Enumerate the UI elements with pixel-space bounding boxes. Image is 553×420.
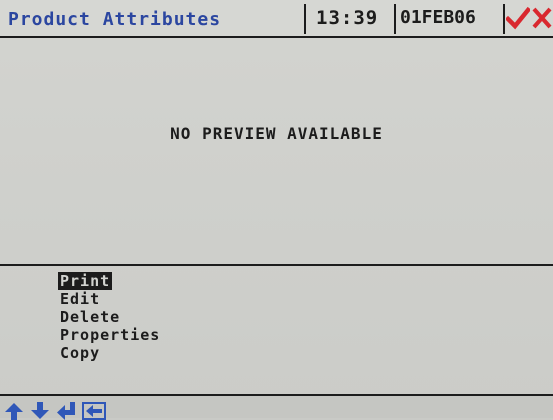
- menu-item-delete[interactable]: Delete: [58, 308, 122, 326]
- title-separator: [304, 4, 306, 34]
- clock-date: 01FEB06: [400, 7, 476, 28]
- title-separator: [503, 4, 505, 34]
- arrow-down-icon[interactable]: [30, 402, 50, 420]
- preview-area: NO PREVIEW AVAILABLE: [0, 38, 553, 263]
- menu-item-copy[interactable]: Copy: [58, 344, 102, 362]
- enter-icon[interactable]: [56, 402, 76, 420]
- menu-item-properties[interactable]: Properties: [58, 326, 162, 344]
- arrow-up-icon[interactable]: [4, 402, 24, 420]
- clock-time: 13:39: [316, 7, 379, 29]
- preview-message: NO PREVIEW AVAILABLE: [170, 124, 383, 143]
- title-bar: Product Attributes 13:39 01FEB06: [0, 0, 553, 36]
- back-icon[interactable]: [82, 402, 106, 420]
- menu-item-edit[interactable]: Edit: [58, 290, 102, 308]
- cancel-close-icon[interactable]: [531, 6, 553, 30]
- screen-title: Product Attributes: [8, 9, 222, 30]
- menu-item-print[interactable]: Print: [58, 272, 113, 290]
- confirm-check-icon[interactable]: [506, 6, 530, 30]
- device-screen: Product Attributes 13:39 01FEB06 NO PREV…: [0, 0, 553, 420]
- title-separator: [394, 4, 396, 34]
- action-menu: Print Edit Delete Properties Copy: [58, 272, 162, 362]
- menu-divider: [0, 264, 553, 266]
